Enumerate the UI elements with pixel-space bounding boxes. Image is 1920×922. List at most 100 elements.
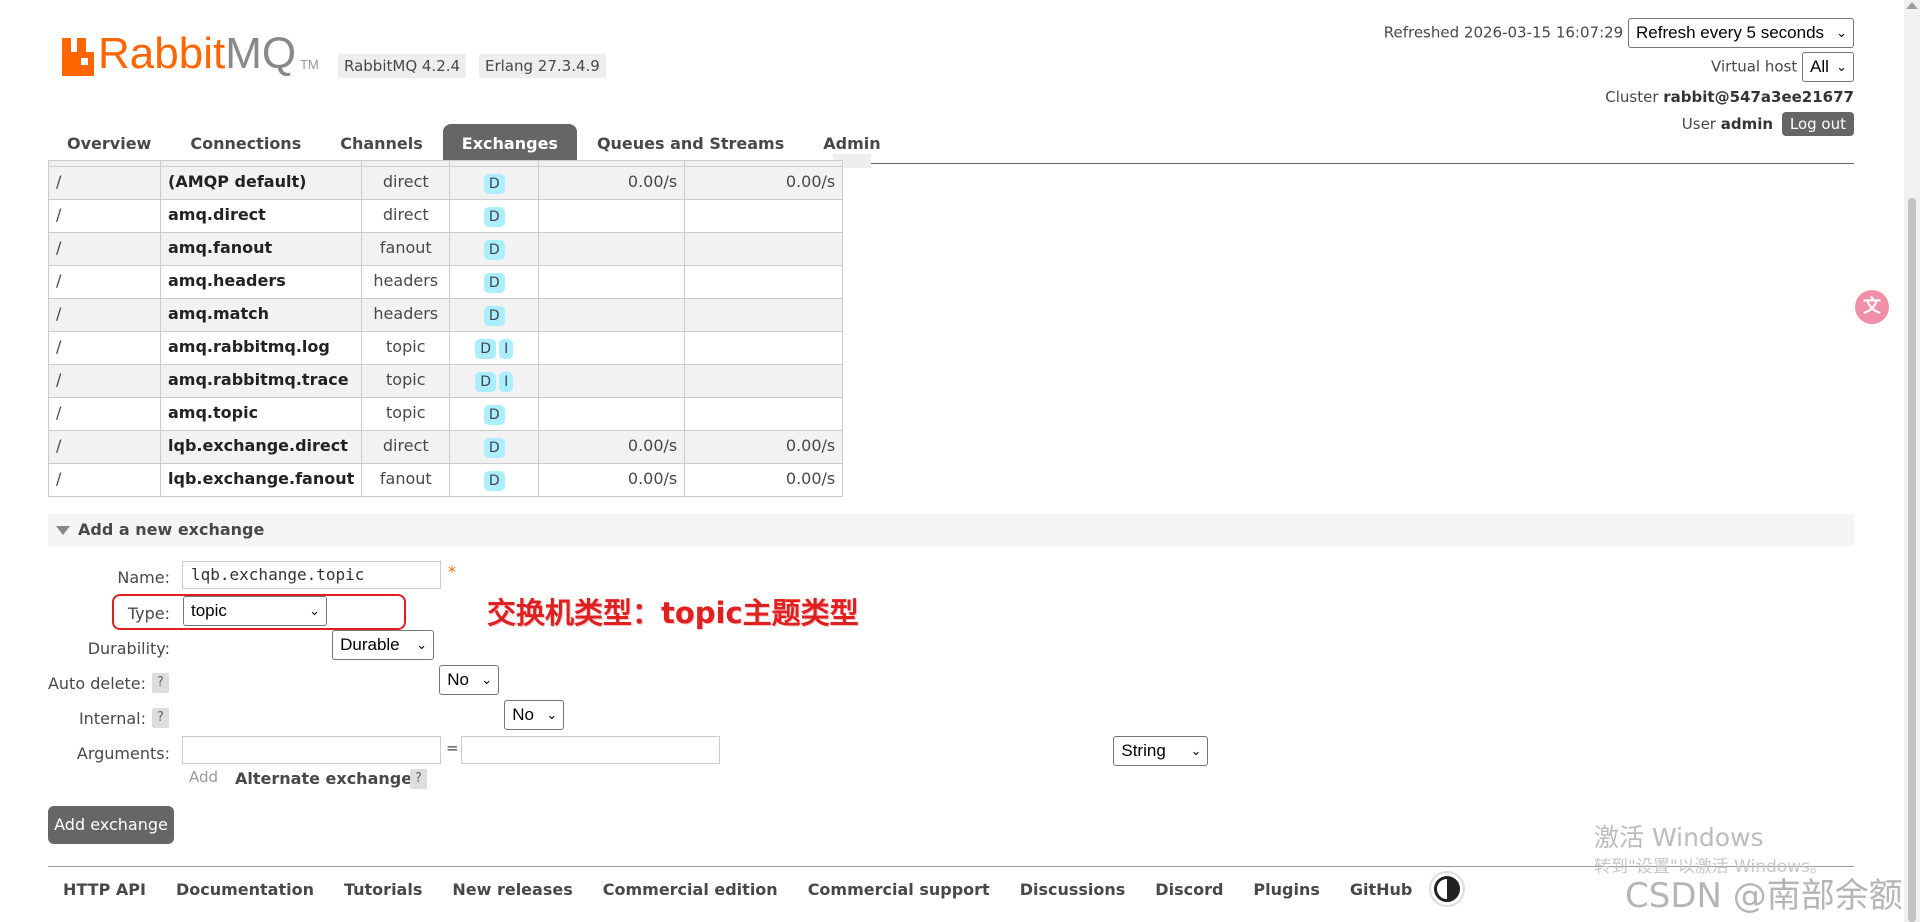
alternate-exchange-link[interactable]: Alternate exchange xyxy=(235,769,412,788)
auto-delete-help-icon[interactable]: ? xyxy=(152,673,169,693)
arguments-equals-sign: = xyxy=(446,739,459,757)
rabbitmq-logo-icon xyxy=(62,38,94,76)
cell-exchange-name[interactable]: amq.match xyxy=(159,298,363,332)
cell-vhost: / xyxy=(48,430,161,464)
cluster-row: Cluster rabbit@547a3ee21677 xyxy=(1605,88,1854,106)
argument-type-select[interactable]: String ⌄ xyxy=(1113,736,1209,766)
table-row[interactable]: / amq.match headers D xyxy=(48,298,844,332)
table-row[interactable]: / amq.topic topic D xyxy=(48,397,844,431)
rabbitmq-logo[interactable]: RabbitMQ TM xyxy=(62,30,319,76)
cell-exchange-name[interactable]: amq.rabbitmq.log xyxy=(159,331,363,365)
cell-exchange-name[interactable]: lqb.exchange.fanout xyxy=(159,463,363,497)
scroll-up-arrow-icon[interactable] xyxy=(1906,2,1918,9)
cell-rate-in: 0.00/s xyxy=(538,166,686,200)
collapse-triangle-icon xyxy=(56,526,70,535)
scrollbar-thumb[interactable] xyxy=(1908,198,1916,922)
durable-badge: D xyxy=(483,306,505,326)
argument-value-input[interactable] xyxy=(461,736,720,764)
table-row[interactable]: / amq.rabbitmq.trace topic D I xyxy=(48,364,844,398)
cell-exchange-name[interactable]: amq.topic xyxy=(159,397,363,431)
footer-link-commercial-support[interactable]: Commercial support xyxy=(808,880,990,899)
cell-rate-in xyxy=(538,232,686,266)
cell-type: headers xyxy=(361,298,451,332)
internal-help-icon[interactable]: ? xyxy=(152,708,169,728)
auto-delete-select[interactable]: No ⌄ xyxy=(439,665,500,695)
main-tabs: Overview Connections Channels Exchanges … xyxy=(48,124,901,164)
add-exchange-section-toggle[interactable]: Add a new exchange xyxy=(48,514,1854,546)
name-label: Name: xyxy=(117,568,170,587)
cell-features: D xyxy=(449,265,540,299)
tab-channels[interactable]: Channels xyxy=(321,124,442,164)
table-row[interactable]: / lqb.exchange.direct direct D 0.00/s 0.00/s xyxy=(48,430,844,464)
exchange-name-input[interactable]: lqb.exchange.topic xyxy=(182,561,441,589)
vhost-row: Virtual host All ⌄ xyxy=(1711,52,1854,82)
tab-queues-and-streams[interactable]: Queues and Streams xyxy=(578,124,803,164)
cell-exchange-name[interactable]: amq.rabbitmq.trace xyxy=(159,364,363,398)
cell-features: D xyxy=(449,463,540,497)
add-argument-link[interactable]: Add xyxy=(189,768,218,786)
durable-badge: D xyxy=(483,405,505,425)
cell-type: topic xyxy=(361,331,451,365)
translate-icon[interactable]: 文 xyxy=(1855,290,1889,324)
cell-features: DI xyxy=(449,331,540,365)
cluster-label: Cluster xyxy=(1605,88,1659,106)
cell-rate-in xyxy=(538,331,686,365)
logout-button[interactable]: Log out xyxy=(1781,112,1854,136)
footer-divider xyxy=(48,866,1854,867)
internal-select[interactable]: No ⌄ xyxy=(504,700,565,730)
cell-exchange-name[interactable]: amq.headers xyxy=(159,265,363,299)
table-row[interactable]: / amq.headers headers D xyxy=(48,265,844,299)
add-exchange-section-title: Add a new exchange xyxy=(78,520,265,539)
tab-connections[interactable]: Connections xyxy=(171,124,320,164)
cell-rate-out xyxy=(684,397,844,431)
cell-type: topic xyxy=(361,364,451,398)
table-row[interactable]: / (AMQP default) direct D 0.00/s 0.00/s xyxy=(48,166,844,200)
cell-vhost: / xyxy=(48,298,161,332)
footer-link-discord[interactable]: Discord xyxy=(1155,880,1223,899)
cell-rate-in xyxy=(538,265,686,299)
chevron-down-icon: ⌄ xyxy=(546,707,558,722)
type-annotation-text: 交换机类型：topic主题类型 xyxy=(487,596,859,630)
cell-rate-out xyxy=(684,364,844,398)
add-exchange-button[interactable]: Add exchange xyxy=(48,806,174,844)
cell-vhost: / xyxy=(48,397,161,431)
vhost-select[interactable]: All ⌄ xyxy=(1802,52,1854,82)
tab-overview[interactable]: Overview xyxy=(48,124,170,164)
footer-links: HTTP API Documentation Tutorials New rel… xyxy=(48,871,1466,907)
cell-exchange-name[interactable]: amq.direct xyxy=(159,199,363,233)
footer-link-github[interactable]: GitHub xyxy=(1350,880,1413,899)
footer-link-tutorials[interactable]: Tutorials xyxy=(344,880,422,899)
alternate-exchange-help-icon[interactable]: ? xyxy=(410,769,427,789)
cluster-name: rabbit@547a3ee21677 xyxy=(1663,88,1854,106)
table-row[interactable]: / amq.rabbitmq.log topic D I xyxy=(48,331,844,365)
table-row[interactable]: / amq.fanout fanout D xyxy=(48,232,844,266)
footer-link-new-releases[interactable]: New releases xyxy=(452,880,572,899)
footer-link-plugins[interactable]: Plugins xyxy=(1253,880,1319,899)
erlang-version-badge: Erlang 27.3.4.9 xyxy=(479,54,606,78)
theme-toggle-button[interactable] xyxy=(1429,871,1466,907)
cell-features: D xyxy=(449,397,540,431)
table-row[interactable]: / lqb.exchange.fanout fanout D 0.00/s 0.00/s xyxy=(48,463,844,497)
footer-link-http-api[interactable]: HTTP API xyxy=(63,880,146,899)
durable-badge: D xyxy=(475,372,497,392)
durable-badge: D xyxy=(483,471,505,491)
cell-rate-out xyxy=(684,331,844,365)
cell-type: fanout xyxy=(361,463,451,497)
footer-link-discussions[interactable]: Discussions xyxy=(1020,880,1126,899)
table-row[interactable]: / amq.direct direct D xyxy=(48,199,844,233)
argument-key-input[interactable] xyxy=(182,736,441,764)
arguments-label: Arguments: xyxy=(76,744,170,763)
cell-exchange-name[interactable]: amq.fanout xyxy=(159,232,363,266)
vhost-label: Virtual host xyxy=(1711,57,1798,76)
required-mark: * xyxy=(448,562,456,581)
refresh-interval-select[interactable]: Refresh every 5 seconds ⌄ xyxy=(1628,18,1854,48)
cell-exchange-name[interactable]: lqb.exchange.direct xyxy=(159,430,363,464)
tab-exchanges[interactable]: Exchanges xyxy=(442,124,577,164)
cell-type: fanout xyxy=(361,232,451,266)
durability-select[interactable]: Durable ⌄ xyxy=(332,630,435,660)
chevron-down-icon: ⌄ xyxy=(1836,59,1847,74)
footer-link-commercial-edition[interactable]: Commercial edition xyxy=(603,880,778,899)
cell-exchange-name[interactable]: (AMQP default) xyxy=(159,166,363,200)
cell-rate-out: 0.00/s xyxy=(684,166,844,200)
footer-link-documentation[interactable]: Documentation xyxy=(176,880,314,899)
